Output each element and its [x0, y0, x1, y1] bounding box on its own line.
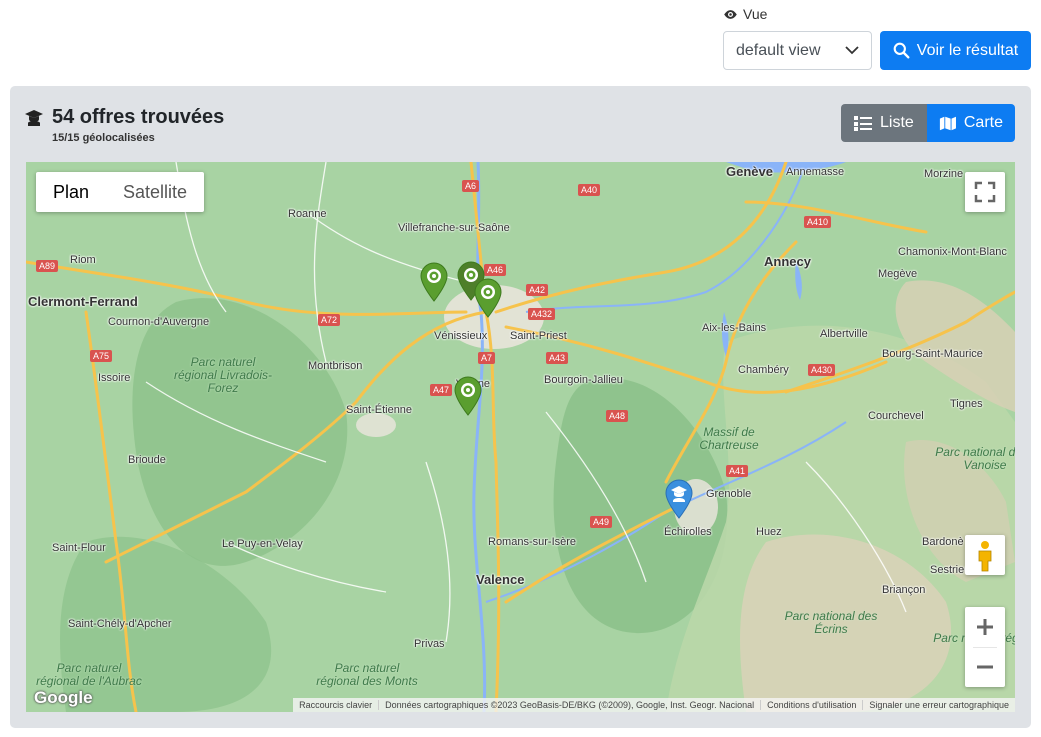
report-error-link[interactable]: Signaler une erreur cartographique [863, 700, 1015, 710]
map-area-label: Parc national des Écrins [784, 609, 878, 636]
map-place-label: Riom [70, 254, 96, 266]
map-place-label: Briançon [882, 584, 926, 596]
map-place-label: Albertville [820, 328, 868, 340]
map-type-plan[interactable]: Plan [36, 172, 106, 212]
results-card: 54 offres trouvées 15/15 géolocalisées L… [10, 86, 1031, 728]
road-shield: A43 [546, 352, 569, 364]
map-data-credit: Données cartographiques ©2023 GeoBasis-D… [379, 700, 762, 710]
road-shield: A46 [484, 264, 507, 276]
map-place-label: Courchevel [868, 410, 924, 422]
view-label: Vue [723, 6, 767, 22]
road-shield: A48 [606, 410, 629, 422]
map-type-control: Plan Satellite [36, 172, 205, 212]
minus-icon[interactable] [965, 647, 1005, 687]
fullscreen-icon [974, 181, 996, 203]
road-shield: A49 [590, 516, 613, 528]
road-shield: A47 [430, 384, 453, 396]
map-place-label: Annecy [764, 254, 811, 269]
map-place-label: Huez [756, 526, 782, 538]
map-place-label: Vénissieux [434, 330, 488, 342]
map-place-label: Privas [414, 638, 445, 650]
geolocated-count: 15/15 géolocalisées [52, 132, 155, 144]
chevron-down-icon [845, 46, 859, 55]
map-place-label: Clermont-Ferrand [28, 294, 138, 309]
map-place-label: Valence [476, 572, 525, 587]
map-attribution: Raccourcis clavier Données cartographiqu… [293, 698, 1015, 712]
results-count: 54 offres trouvées [52, 106, 225, 128]
map-area-label: Parc naturel régional de l'Aubrac [36, 661, 142, 688]
map-place-label: Montbrison [308, 360, 363, 372]
map-type-satellite[interactable]: Satellite [106, 172, 204, 212]
map-place-label: Bourg-Saint-Maurice [882, 348, 983, 360]
graduate-icon [25, 109, 43, 126]
map-area-label: Parc national de la Vanoise [935, 445, 1015, 472]
map-place-label: Bardonè [922, 536, 964, 548]
view-result-label: Voir le résultat [916, 41, 1019, 59]
road-shield: A432 [528, 308, 556, 320]
map-place-label: Morzine [924, 168, 964, 180]
list-toggle-button[interactable]: Liste [841, 104, 927, 142]
road-shield: A72 [318, 314, 341, 326]
google-logo: Google [34, 688, 93, 707]
terms-link[interactable]: Conditions d'utilisation [761, 700, 864, 710]
map-place-label: Saint-Étienne [346, 404, 413, 416]
view-select-value: default view [736, 41, 821, 59]
map-area-label: Parc naturel régional des Monts [316, 661, 418, 688]
search-icon [893, 42, 910, 59]
offer-marker[interactable] [454, 376, 482, 416]
map-place-label: Saint-Flour [52, 542, 106, 554]
fullscreen-button[interactable] [965, 172, 1005, 212]
map-area-label: Massif de Chartreuse [699, 425, 759, 452]
map-place-label: Brioude [128, 454, 166, 466]
map-area-label: Parc naturel régional Livradois-Forez [173, 355, 273, 395]
road-shield: A410 [804, 216, 832, 228]
road-shield: A41 [726, 465, 749, 477]
display-toggle: Liste Carte [841, 104, 1015, 142]
school-marker[interactable] [665, 479, 693, 519]
road-shield: A42 [526, 284, 549, 296]
offer-marker[interactable] [474, 278, 502, 318]
map-place-label: Chambéry [738, 364, 789, 376]
road-shield: A89 [36, 260, 59, 272]
map-place-label: Romans-sur-Isère [488, 536, 577, 548]
map-place-label: Grenoble [706, 488, 752, 500]
street-view-button[interactable] [965, 535, 1005, 575]
map-place-label: Aix-les-Bains [702, 322, 767, 334]
map-icon [939, 116, 956, 130]
view-label-text: Vue [743, 6, 768, 22]
view-result-button[interactable]: Voir le résultat [880, 31, 1031, 70]
map-place-label: Villefranche-sur-Saône [398, 222, 510, 234]
road-shield: A6 [462, 180, 480, 192]
map-place-label: Tignes [950, 398, 983, 410]
pegman-icon [978, 541, 992, 572]
map-toggle-label: Carte [963, 114, 1003, 131]
zoom-control [965, 607, 1005, 687]
view-select[interactable]: default view [723, 31, 872, 70]
map-place-label: Roanne [288, 208, 327, 220]
plus-icon[interactable] [965, 607, 1005, 647]
map-canvas[interactable]: Genève Annemasse Morzine Roanne Villefranche… [26, 162, 1015, 712]
road-shield: A75 [90, 350, 113, 362]
map-place-label: Issoire [98, 372, 131, 384]
map-place-label: Saint-Chély-d'Apcher [68, 618, 172, 630]
list-toggle-label: Liste [880, 114, 914, 131]
map-place-label: Genève [726, 164, 773, 179]
road-shield: A7 [478, 352, 496, 364]
keyboard-shortcuts-link[interactable]: Raccourcis clavier [293, 700, 380, 710]
map-place-label: Annemasse [786, 166, 845, 178]
map-toggle-button[interactable]: Carte [927, 104, 1015, 142]
map-place-label: Échirolles [664, 526, 712, 538]
map-place-label: Saint-Priest [510, 330, 567, 342]
map-place-label: Megève [878, 268, 918, 280]
list-icon [854, 115, 872, 131]
card-title: 54 offres trouvées [24, 106, 224, 129]
map-place-label: Chamonix-Mont-Blanc [898, 246, 1007, 258]
eye-icon [724, 9, 737, 19]
road-shield: A40 [578, 184, 601, 196]
map-place-label: Cournon-d'Auvergne [108, 316, 210, 328]
map-place-label: Le Puy-en-Velay [222, 538, 303, 550]
road-shield: A430 [808, 364, 836, 376]
map-place-label: Bourgoin-Jallieu [544, 374, 623, 386]
offer-marker[interactable] [420, 262, 448, 302]
